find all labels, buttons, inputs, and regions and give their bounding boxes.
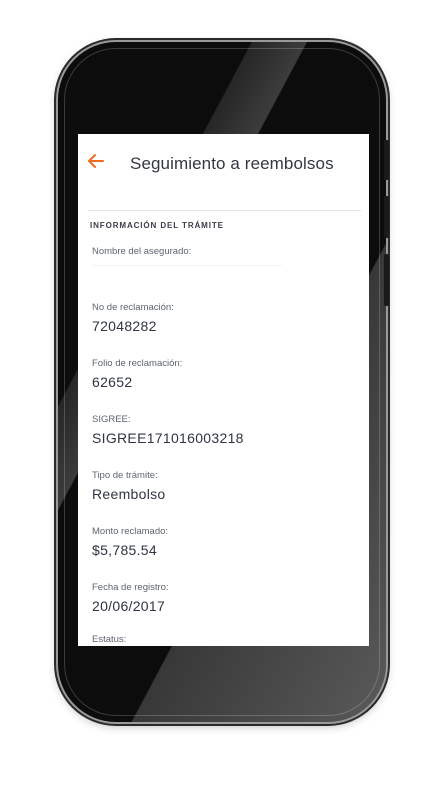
field-value-empty bbox=[92, 265, 282, 266]
field-value: 72048282 bbox=[92, 318, 157, 334]
field-value: $5,785.54 bbox=[92, 542, 157, 558]
field-label: Tipo de trámite: bbox=[92, 470, 158, 481]
field-reclamacion: No de reclamación: 72048282 bbox=[92, 302, 174, 334]
app-screen: Seguimiento a reembolsos INFORMACIÓN DEL… bbox=[78, 134, 369, 646]
arrow-left-icon bbox=[88, 153, 104, 173]
field-value: 20/06/2017 bbox=[92, 598, 166, 614]
field-folio: Folio de reclamación: 62652 bbox=[92, 358, 182, 390]
field-asegurado: Nombre del asegurado: bbox=[92, 246, 282, 266]
volume-down-button bbox=[384, 254, 389, 306]
app-bar: Seguimiento a reembolsos bbox=[78, 134, 369, 194]
field-label: Monto reclamado: bbox=[92, 526, 169, 537]
page-title: Seguimiento a reembolsos bbox=[130, 154, 334, 173]
section-divider bbox=[88, 210, 361, 211]
field-label: Estatus: bbox=[92, 634, 127, 645]
field-value: Reembolso bbox=[92, 486, 166, 502]
field-label: Fecha de registro: bbox=[92, 582, 169, 593]
field-label: No de reclamación: bbox=[92, 302, 174, 313]
field-label: SIGREE: bbox=[92, 414, 131, 425]
field-sigree: SIGREE: SIGREE171016003218 bbox=[92, 414, 244, 446]
field-fecha: Fecha de registro: 20/06/2017 bbox=[92, 582, 169, 614]
field-tipo: Tipo de trámite: Reembolso bbox=[92, 470, 166, 502]
field-value: SIGREE171016003218 bbox=[92, 430, 244, 446]
volume-up-button bbox=[384, 196, 389, 238]
back-button[interactable] bbox=[84, 151, 108, 175]
field-monto: Monto reclamado: $5,785.54 bbox=[92, 526, 168, 558]
section-title: INFORMACIÓN DEL TRÁMITE bbox=[90, 221, 224, 230]
field-label: Nombre del asegurado: bbox=[92, 246, 192, 257]
field-value: 62652 bbox=[92, 374, 133, 390]
field-estatus: Estatus: bbox=[92, 634, 126, 645]
power-button bbox=[384, 140, 389, 180]
field-label: Folio de reclamación: bbox=[92, 358, 183, 369]
